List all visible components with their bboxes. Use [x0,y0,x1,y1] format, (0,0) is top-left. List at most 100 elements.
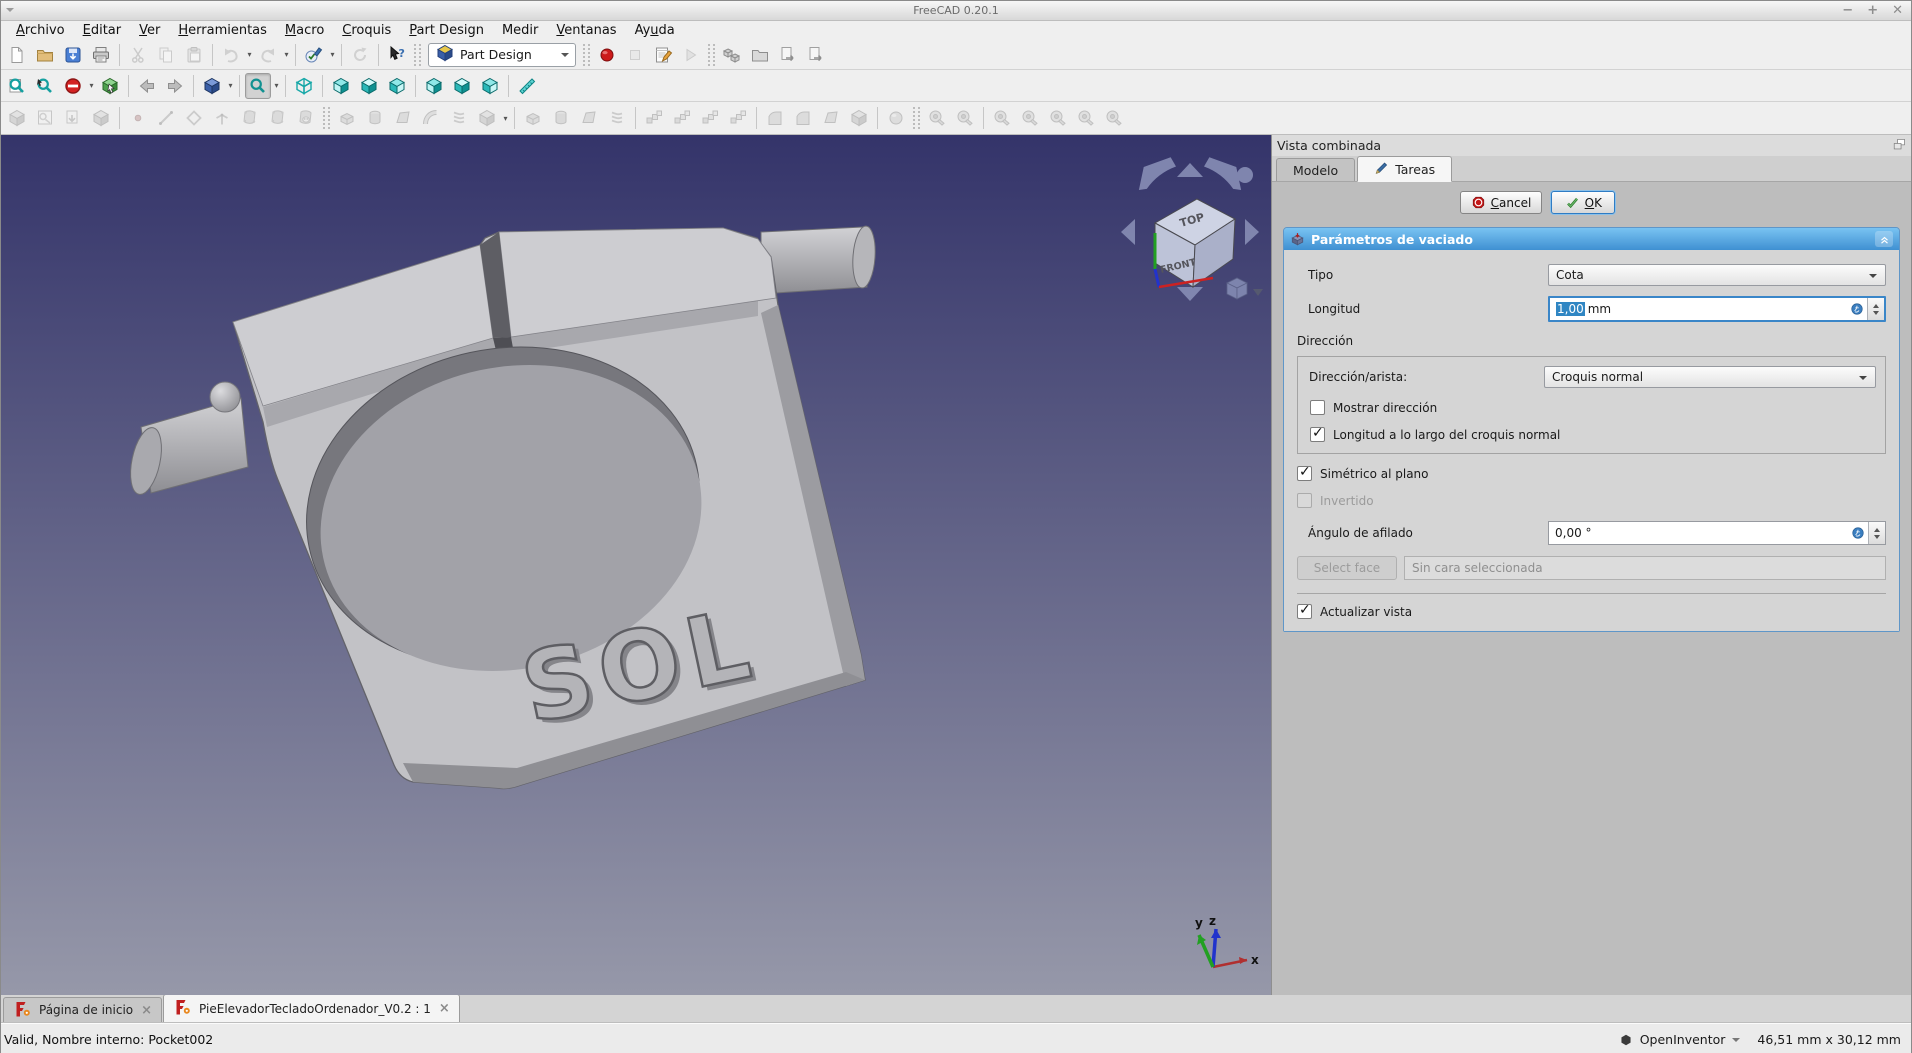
3d-viewport[interactable]: SOL SOL TOP FRONT [1,135,1271,995]
subtractive-helix-button[interactable] [604,105,630,131]
redo-dropdown-arrow[interactable]: ▾ [282,42,291,68]
macro-stop-button[interactable] [622,42,648,68]
paste-button[interactable] [181,42,207,68]
menu-archivo[interactable]: Archivo [7,22,74,39]
menu-herramientas[interactable]: Herramientas [169,22,276,39]
actualizar-vista-checkbox[interactable] [1297,604,1312,619]
close-tab-icon[interactable]: × [439,1001,450,1016]
local-coordinate-system-button[interactable] [209,105,235,131]
zoom-fit-selection-button[interactable] [32,73,58,99]
longitud-input[interactable]: 1,00 mm [1548,296,1886,322]
ok-button[interactable]: OK [1551,191,1615,214]
additive-loft-button[interactable] [390,105,416,131]
measure-toggle-delta-button[interactable] [1101,105,1127,131]
copy-button[interactable] [153,42,179,68]
validate-sketch-button[interactable] [88,105,114,131]
select-face-button[interactable]: Select face [1297,556,1397,580]
groove-button[interactable] [576,105,602,131]
measure-angular-button[interactable] [952,105,978,131]
shape-binder-button[interactable] [237,105,263,131]
additive-primitive-dropdown-arrow[interactable]: ▾ [501,105,510,131]
boolean-operation-button[interactable] [883,105,909,131]
menu-ventanas[interactable]: Ventanas [547,22,625,39]
workbench-selector[interactable]: Part Design [428,43,576,67]
pad-button[interactable] [334,105,360,131]
toolbar-handle[interactable] [583,44,590,66]
edit-sketch-button[interactable] [60,105,86,131]
direccion-arista-combobox[interactable]: Croquis normal [1544,366,1876,388]
pocket-button[interactable] [520,105,546,131]
macro-play-button[interactable] [678,42,704,68]
view-left-button[interactable] [477,73,503,99]
whats-this-button[interactable]: ? [384,42,410,68]
datum-point-button[interactable] [125,105,151,131]
toolbar-handle[interactable] [913,107,920,129]
undo-dropdown-arrow[interactable]: ▾ [245,42,254,68]
menu-ver[interactable]: Ver [130,22,169,39]
menu-ayuda[interactable]: Ayuda [626,22,684,39]
invertido-checkbox[interactable] [1297,493,1312,508]
redo-button[interactable] [255,42,281,68]
refresh-button[interactable] [347,42,373,68]
create-sketch-button[interactable] [32,105,58,131]
fillet-button[interactable] [762,105,788,131]
renderer-name[interactable]: OpenInventor [1640,1032,1726,1047]
tab-modelo[interactable]: Modelo [1276,158,1355,181]
mirrored-button[interactable] [641,105,667,131]
menu-macro[interactable]: Macro [276,22,333,39]
window-menu-icon[interactable] [6,8,14,16]
zoom-fit-all-button[interactable] [4,73,30,99]
select-elements-button[interactable] [97,73,123,99]
linear-pattern-button[interactable] [669,105,695,131]
view-home-button[interactable] [199,73,225,99]
toolbar-handle[interactable] [323,107,330,129]
menu-part-design[interactable]: Part Design [400,22,493,39]
simetrico-checkbox[interactable] [1297,466,1312,481]
measure-distance-button[interactable] [514,73,540,99]
renderer-dropdown-arrow[interactable] [1732,1038,1740,1046]
edit-mode-button[interactable] [301,42,327,68]
edit-mode-dropdown-arrow[interactable]: ▾ [328,42,337,68]
view-front-button[interactable] [328,73,354,99]
measure-toggle-dimensions-button[interactable] [1073,105,1099,131]
tab-tareas[interactable]: Tareas [1357,156,1452,182]
navigation-cube[interactable]: TOP FRONT [1115,157,1265,307]
document-tab-0[interactable]: Página de inicio× [3,997,162,1022]
macro-edit-button[interactable] [650,42,676,68]
make-link-relative-button[interactable] [775,42,801,68]
measure-refresh-button[interactable] [989,105,1015,131]
draw-style-dropdown-arrow[interactable]: ▾ [87,73,96,99]
measure-clear-button[interactable] [1017,105,1043,131]
float-panel-icon[interactable] [1892,138,1906,154]
additive-primitive-button[interactable] [474,105,500,131]
additive-pipe-button[interactable] [418,105,444,131]
navcube-menu-arrow[interactable] [1253,289,1263,296]
collapse-chevron-icon[interactable] [1875,231,1893,247]
open-document-button[interactable] [32,42,58,68]
polar-pattern-button[interactable] [697,105,723,131]
zoom-tool-button[interactable] [245,73,271,99]
maximize-button[interactable]: + [1867,1,1878,21]
view-home-dropdown-arrow[interactable]: ▾ [226,73,235,99]
angulo-spinner[interactable] [1868,522,1885,544]
view-top-button[interactable] [356,73,382,99]
document-tab-1[interactable]: PieElevadorTecladoOrdenador_V0.2 : 1× [163,994,460,1022]
longitud-croquis-checkbox[interactable] [1310,427,1325,442]
measure-toggle-all-button[interactable] [1045,105,1071,131]
expression-icon[interactable] [1851,526,1865,540]
draft-button[interactable] [818,105,844,131]
view-rear-button[interactable] [421,73,447,99]
expression-icon[interactable] [1850,302,1864,316]
chamfer-button[interactable] [790,105,816,131]
datum-plane-button[interactable] [181,105,207,131]
make-group-button[interactable] [747,42,773,68]
tipo-combobox[interactable]: Cota [1548,264,1886,286]
menu-medir[interactable]: Medir [493,22,547,39]
nav-back-button[interactable] [134,73,160,99]
menu-editar[interactable]: Editar [74,22,131,39]
minimize-button[interactable]: − [1842,1,1853,21]
datum-line-button[interactable] [153,105,179,131]
angulo-input[interactable]: 0,00 ° [1548,521,1886,545]
draw-style-button[interactable] [60,73,86,99]
menu-croquis[interactable]: Croquis [333,22,400,39]
